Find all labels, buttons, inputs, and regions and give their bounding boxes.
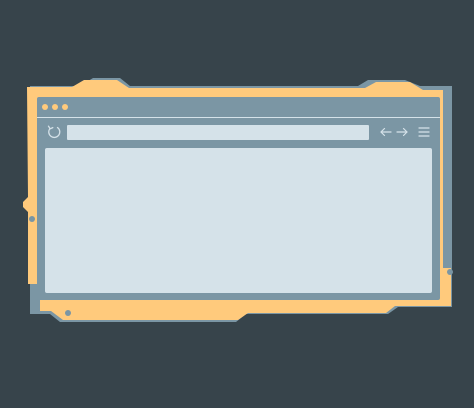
- address-bar-input[interactable]: [67, 125, 369, 140]
- close-dot[interactable]: [42, 104, 48, 110]
- frame-bolt-right: [447, 269, 453, 275]
- title-bar: [37, 97, 440, 118]
- minimize-dot[interactable]: [52, 104, 58, 110]
- hamburger-menu-icon[interactable]: [418, 125, 430, 139]
- reload-icon[interactable]: [46, 124, 62, 140]
- arrow-right-icon[interactable]: [395, 124, 409, 140]
- frame-bolt-left: [29, 216, 35, 222]
- browser-illustration: [0, 0, 474, 408]
- browser-toolbar: [37, 118, 440, 146]
- browser-window: [37, 97, 440, 300]
- maximize-dot[interactable]: [62, 104, 68, 110]
- arrow-left-icon[interactable]: [379, 124, 393, 140]
- page-content-area[interactable]: [45, 148, 432, 293]
- frame-bolt-bottom: [65, 310, 71, 316]
